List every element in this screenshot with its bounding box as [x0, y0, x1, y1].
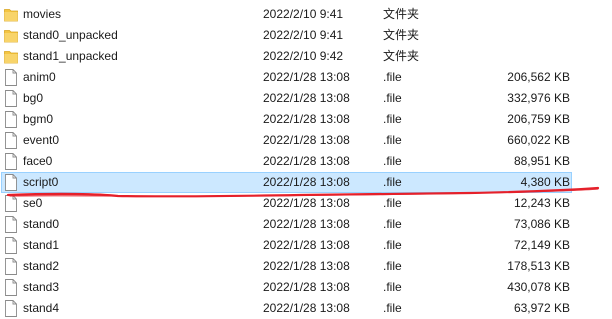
- file-date: 2022/2/10 9:41: [263, 7, 344, 21]
- file-name: anim0: [23, 70, 56, 84]
- file-size: 206,759 KB: [507, 112, 570, 126]
- file-date: 2022/1/28 13:08: [263, 175, 350, 189]
- file-type: .file: [383, 217, 402, 231]
- file-name: bgm0: [23, 112, 54, 126]
- file-date: 2022/1/28 13:08: [263, 133, 350, 147]
- list-item[interactable]: movies 2022/2/10 9:41 文件夹: [0, 4, 612, 25]
- file-icon: [5, 111, 17, 128]
- file-size: 63,972 KB: [513, 301, 570, 315]
- file-name: movies: [23, 7, 62, 21]
- list-item[interactable]: stand2 2022/1/28 13:08 .file 178,513 KB: [0, 256, 612, 277]
- file-icon: [5, 216, 17, 233]
- list-item[interactable]: bgm0 2022/1/28 13:08 .file 206,759 KB: [0, 109, 612, 130]
- file-type: .file: [383, 112, 402, 126]
- file-type: .file: [383, 280, 402, 294]
- list-item-selected[interactable]: script0 2022/1/28 13:08 .file 4,380 KB: [0, 172, 612, 193]
- folder-icon: [4, 30, 18, 43]
- file-size: 73,086 KB: [513, 217, 570, 231]
- file-size: 430,078 KB: [507, 280, 570, 294]
- file-name: se0: [23, 196, 43, 210]
- file-size: 72,149 KB: [513, 238, 570, 252]
- file-name: stand2: [23, 259, 60, 273]
- file-date: 2022/2/10 9:42: [263, 49, 344, 63]
- list-item[interactable]: stand0_unpacked 2022/2/10 9:41 文件夹: [0, 25, 612, 46]
- file-name: stand0: [23, 217, 60, 231]
- file-icon: [5, 300, 17, 317]
- file-date: 2022/1/28 13:08: [263, 112, 350, 126]
- list-item[interactable]: event0 2022/1/28 13:08 .file 660,022 KB: [0, 130, 612, 151]
- file-name: bg0: [23, 91, 44, 105]
- file-type: 文件夹: [383, 49, 420, 63]
- file-type: .file: [383, 175, 402, 189]
- file-icon: [5, 90, 17, 107]
- list-item[interactable]: stand4 2022/1/28 13:08 .file 63,972 KB: [0, 298, 612, 319]
- folder-icon: [4, 9, 18, 22]
- file-size: 206,562 KB: [507, 70, 570, 84]
- file-type: .file: [383, 154, 402, 168]
- file-size: 660,022 KB: [507, 133, 570, 147]
- file-date: 2022/1/28 13:08: [263, 280, 350, 294]
- file-name: face0: [23, 154, 53, 168]
- file-date: 2022/1/28 13:08: [263, 238, 350, 252]
- file-icon: [5, 195, 17, 212]
- file-type: .file: [383, 91, 402, 105]
- file-date: 2022/1/28 13:08: [263, 154, 350, 168]
- list-item[interactable]: stand3 2022/1/28 13:08 .file 430,078 KB: [0, 277, 612, 298]
- file-type: .file: [383, 70, 402, 84]
- file-icon: [5, 69, 17, 86]
- list-item[interactable]: bg0 2022/1/28 13:08 .file 332,976 KB: [0, 88, 612, 109]
- file-icon: [5, 174, 17, 191]
- file-name: event0: [23, 133, 60, 147]
- folder-icon: [4, 51, 18, 64]
- file-type: .file: [383, 259, 402, 273]
- file-date: 2022/1/28 13:08: [263, 217, 350, 231]
- file-type: .file: [383, 301, 402, 315]
- file-icon: [5, 237, 17, 254]
- list-item[interactable]: face0 2022/1/28 13:08 .file 88,951 KB: [0, 151, 612, 172]
- list-item[interactable]: se0 2022/1/28 13:08 .file 12,243 KB: [0, 193, 612, 214]
- file-name: stand4: [23, 301, 60, 315]
- file-name: stand1_unpacked: [23, 49, 118, 63]
- file-name: script0: [23, 175, 59, 189]
- file-icon: [5, 279, 17, 296]
- file-size: 178,513 KB: [507, 259, 570, 273]
- file-date: 2022/1/28 13:08: [263, 259, 350, 273]
- file-size: 88,951 KB: [513, 154, 570, 168]
- file-size: 12,243 KB: [513, 196, 570, 210]
- file-type: .file: [383, 238, 402, 252]
- file-type: 文件夹: [383, 28, 420, 42]
- file-type: .file: [383, 196, 402, 210]
- file-list: movies 2022/2/10 9:41 文件夹 stand0_unpacke…: [0, 0, 612, 317]
- file-name: stand0_unpacked: [23, 28, 118, 42]
- list-item[interactable]: stand1_unpacked 2022/2/10 9:42 文件夹: [0, 46, 612, 67]
- file-date: 2022/1/28 13:08: [263, 196, 350, 210]
- list-item[interactable]: stand0 2022/1/28 13:08 .file 73,086 KB: [0, 214, 612, 235]
- file-type: 文件夹: [383, 7, 420, 21]
- file-size: 4,380 KB: [520, 175, 570, 189]
- file-date: 2022/1/28 13:08: [263, 91, 350, 105]
- list-item[interactable]: anim0 2022/1/28 13:08 .file 206,562 KB: [0, 67, 612, 88]
- file-icon: [5, 153, 17, 170]
- file-icon: [5, 258, 17, 275]
- file-date: 2022/1/28 13:08: [263, 301, 350, 315]
- file-date: 2022/1/28 13:08: [263, 70, 350, 84]
- file-date: 2022/2/10 9:41: [263, 28, 344, 42]
- file-size: 332,976 KB: [507, 91, 570, 105]
- file-name: stand1: [23, 238, 60, 252]
- file-icon: [5, 132, 17, 149]
- list-item[interactable]: stand1 2022/1/28 13:08 .file 72,149 KB: [0, 235, 612, 256]
- file-name: stand3: [23, 280, 60, 294]
- file-type: .file: [383, 133, 402, 147]
